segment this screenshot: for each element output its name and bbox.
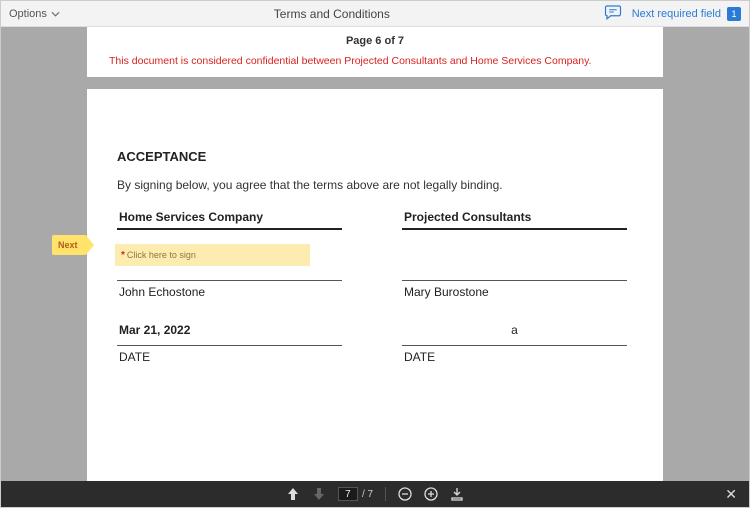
zoom-in-icon[interactable] xyxy=(424,487,438,501)
toolbar-center: / 7 xyxy=(286,487,464,501)
section-title: ACCEPTANCE xyxy=(117,149,633,164)
chevron-down-icon xyxy=(51,8,60,20)
confidential-notice: This document is considered confidential… xyxy=(103,55,647,67)
right-signer-name: Mary Burostone xyxy=(402,280,627,299)
next-field-tag[interactable]: Next xyxy=(52,235,94,255)
current-page: Next ACCEPTANCE By signing below, you ag… xyxy=(87,89,663,481)
signature-column-left: Home Services Company * Click here to si… xyxy=(117,210,342,364)
signature-placeholder: Click here to sign xyxy=(127,250,196,260)
page-indicator: / 7 xyxy=(338,487,373,501)
total-pages: / 7 xyxy=(362,489,373,500)
left-signature-slot: * Click here to sign xyxy=(117,248,342,268)
left-signer-name: John Echostone xyxy=(117,280,342,299)
next-required-link[interactable]: Next required field 1 xyxy=(632,7,741,21)
signature-column-right: Projected Consultants Mary Burostone a D… xyxy=(402,210,627,364)
document-viewer: Page 6 of 7 This document is considered … xyxy=(1,27,749,481)
signature-field[interactable]: * Click here to sign xyxy=(115,244,310,266)
right-date-label: DATE xyxy=(402,345,627,364)
right-date-value: a xyxy=(402,323,627,345)
left-company-name: Home Services Company xyxy=(117,210,342,230)
viewer-toolbar: / 7 ✕ xyxy=(1,481,749,507)
next-required-label: Next required field xyxy=(632,8,721,20)
section-intro: By signing below, you agree that the ter… xyxy=(117,178,633,192)
signature-columns: Home Services Company * Click here to si… xyxy=(117,210,633,364)
download-icon[interactable] xyxy=(450,487,464,501)
toolbar-divider xyxy=(385,487,386,501)
app-header: Options Terms and Conditions Next requir… xyxy=(1,1,749,27)
comment-icon[interactable] xyxy=(604,3,622,24)
current-page-input[interactable] xyxy=(338,487,358,501)
doc-title: Terms and Conditions xyxy=(60,7,604,21)
prev-page-number: Page 6 of 7 xyxy=(103,35,647,47)
options-label: Options xyxy=(9,8,47,20)
right-signature-slot xyxy=(402,248,627,268)
zoom-out-icon[interactable] xyxy=(398,487,412,501)
left-date-value: Mar 21, 2022 xyxy=(117,323,342,345)
next-required-count: 1 xyxy=(727,7,741,21)
page-down-icon xyxy=(312,487,326,501)
options-menu[interactable]: Options xyxy=(9,8,60,20)
left-date-label: DATE xyxy=(117,345,342,364)
previous-page-strip: Page 6 of 7 This document is considered … xyxy=(87,27,663,77)
page-up-icon[interactable] xyxy=(286,487,300,501)
close-icon[interactable]: ✕ xyxy=(725,486,737,503)
required-asterisk-icon: * xyxy=(121,250,125,261)
header-right: Next required field 1 xyxy=(604,3,741,24)
right-company-name: Projected Consultants xyxy=(402,210,627,230)
